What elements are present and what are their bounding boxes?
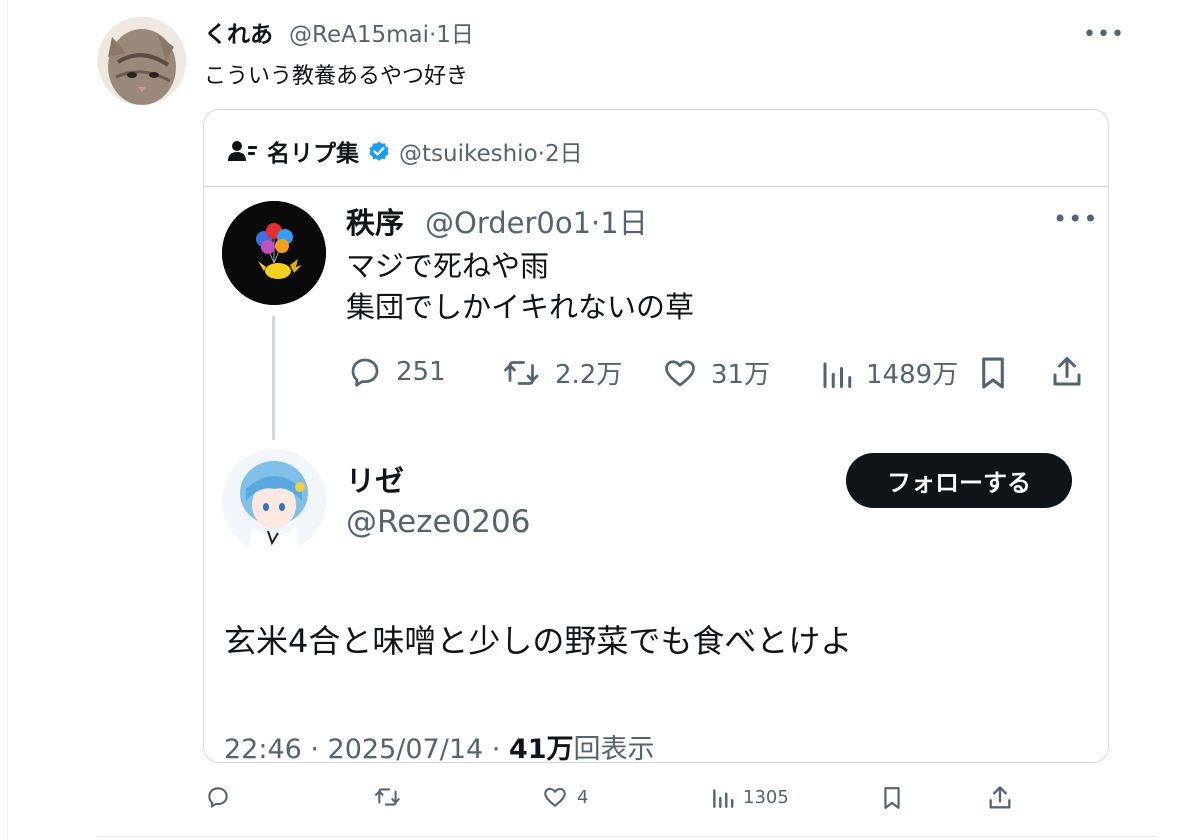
timestamp[interactable]: 22:46 · 2025/07/14 · xyxy=(224,734,509,765)
follow-button[interactable]: フォローする xyxy=(846,453,1072,508)
analytics-bar-icon xyxy=(823,362,852,388)
like-button[interactable]: 31万 xyxy=(661,354,770,391)
reply-author-handle[interactable]: @Reze0206 xyxy=(346,504,530,540)
reply-author-name[interactable]: リゼ xyxy=(346,458,404,500)
reply-icon xyxy=(208,787,228,808)
bookmark-icon xyxy=(884,787,900,809)
like-button[interactable]: 4 xyxy=(541,784,588,810)
original-author-handle-time[interactable]: @Order0o1·1日 xyxy=(425,200,648,242)
view-count: 1489万 xyxy=(866,360,959,390)
share-button[interactable] xyxy=(986,784,1014,812)
original-tweet-line: マジで死ねや雨 xyxy=(346,249,550,283)
quote-author-handle-time[interactable]: @tsuikeshio·2日 xyxy=(399,134,583,168)
reply-tweet-text: 玄米4合と味噌と少しの野菜でも食べとけよ xyxy=(224,622,853,660)
quote-divider xyxy=(204,186,1108,187)
like-count: 4 xyxy=(577,786,589,808)
tweet-timestamp-views: 22:46 · 2025/07/14 · 41万回表示 xyxy=(224,727,655,766)
reply-count: 251 xyxy=(396,357,446,387)
retweet-icon xyxy=(375,788,400,806)
heart-icon xyxy=(544,787,566,807)
avatar[interactable] xyxy=(98,17,186,105)
retweet-button[interactable]: 2.2万 xyxy=(501,354,622,391)
share-icon xyxy=(1053,357,1081,386)
reply-button[interactable]: 251 xyxy=(346,354,446,390)
cat-avatar-image xyxy=(98,17,186,105)
bookmark-button[interactable] xyxy=(976,354,1010,392)
balloon-pikachu-avatar-image xyxy=(222,201,326,305)
original-tweet-text: マジで死ねや雨 集団でしかイキれないの草 xyxy=(346,246,694,328)
view-count: 41万 xyxy=(508,734,574,765)
views-button[interactable]: 1305 xyxy=(711,784,789,810)
avatar[interactable] xyxy=(222,449,326,553)
verified-badge-icon xyxy=(369,141,389,161)
heart-icon xyxy=(665,359,695,386)
view-label: 回表示 xyxy=(573,734,655,765)
quoted-tweet-card[interactable] xyxy=(203,109,1109,763)
reply-icon xyxy=(351,358,379,387)
views-button[interactable]: 1489万 xyxy=(820,354,958,391)
retweet-icon xyxy=(504,360,539,385)
quote-header: 名リプ集 @tsuikeshio·2日 xyxy=(227,134,583,168)
more-options-icon[interactable]: ••• xyxy=(1083,22,1125,47)
like-count: 31万 xyxy=(711,360,771,390)
author-handle-time[interactable]: @ReA15mai·1日 xyxy=(289,15,474,49)
share-icon xyxy=(989,786,1011,809)
more-options-icon[interactable]: ••• xyxy=(1053,205,1098,233)
bookmark-button[interactable] xyxy=(880,784,904,812)
original-author-name[interactable]: 秩序 xyxy=(346,200,404,242)
share-button[interactable] xyxy=(1049,354,1085,390)
tweet-text: こういう教養あるやつ好き xyxy=(204,64,469,89)
thread-connector-line xyxy=(272,316,275,440)
tweet-bottom-divider xyxy=(97,836,1157,837)
original-tweet-line: 集団でしかイキれないの草 xyxy=(346,290,695,324)
analytics-bar-icon xyxy=(713,789,734,808)
quote-author-name[interactable]: 名リプ集 xyxy=(267,134,359,168)
community-note-person-icon xyxy=(228,141,257,161)
view-count: 1305 xyxy=(743,786,789,808)
timeline-left-border xyxy=(7,0,8,840)
bookmark-icon xyxy=(982,357,1004,389)
anime-girl-avatar-image xyxy=(222,449,326,553)
avatar[interactable] xyxy=(222,201,326,305)
reply-button[interactable] xyxy=(204,784,232,810)
retweet-button[interactable] xyxy=(372,784,404,810)
author-name[interactable]: くれあ xyxy=(204,15,273,49)
retweet-count: 2.2万 xyxy=(555,360,623,390)
